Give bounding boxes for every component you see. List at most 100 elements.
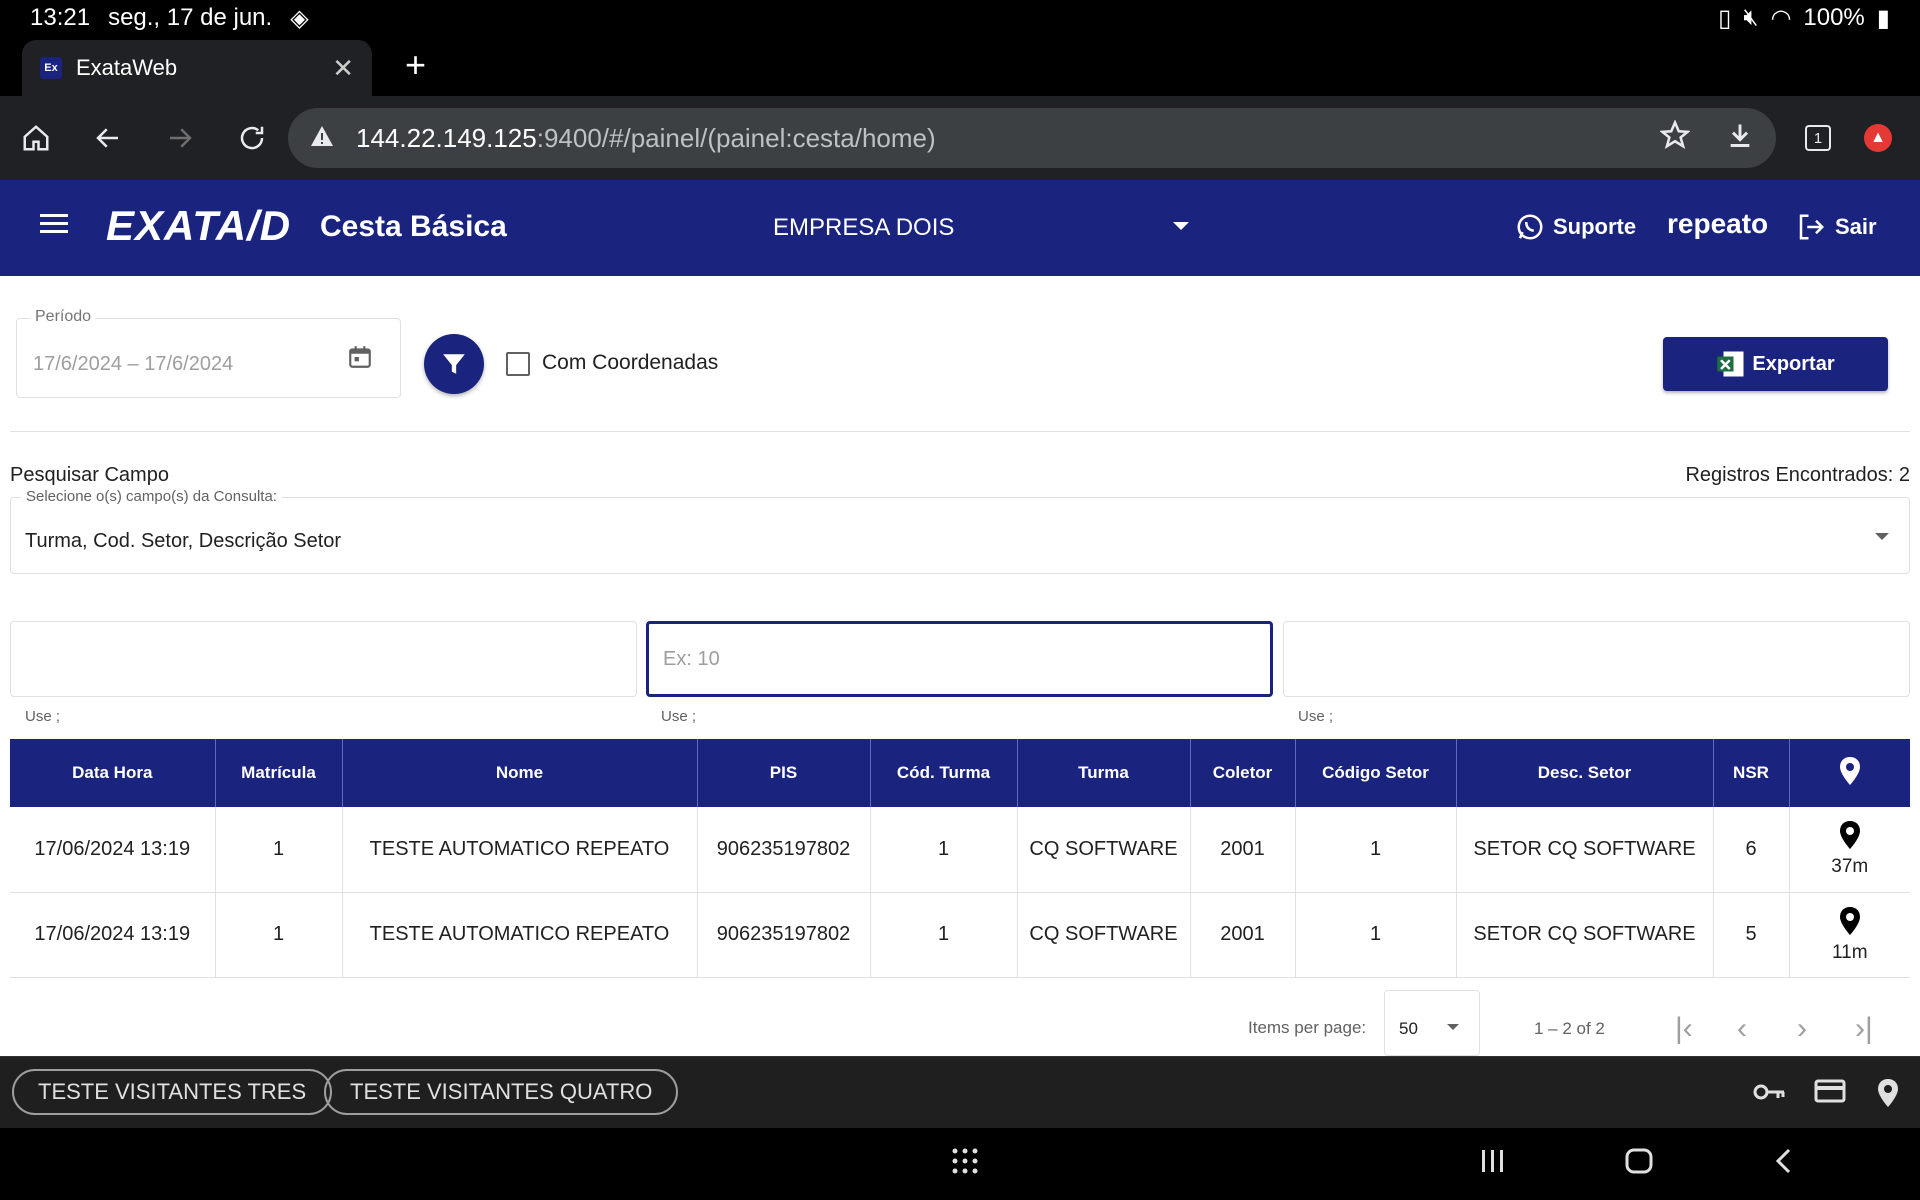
- page-title: Cesta Básica: [320, 210, 507, 243]
- page-size-select[interactable]: 50: [1384, 990, 1480, 1056]
- fields-dropdown-icon[interactable]: [1875, 533, 1889, 540]
- cell-turma: CQ SOFTWARE: [1017, 892, 1191, 978]
- col-header[interactable]: Data Hora: [10, 739, 216, 807]
- support-button[interactable]: Suporte: [1515, 212, 1636, 242]
- cell-coletor: 2001: [1190, 807, 1296, 893]
- close-tab-icon[interactable]: ✕: [332, 53, 354, 84]
- records-count: Registros Encontrados: 2: [1685, 464, 1910, 486]
- search-input-placeholder: Ex: 10: [663, 647, 720, 670]
- search-input-turma[interactable]: [10, 621, 637, 697]
- company-dropdown-icon[interactable]: [1173, 222, 1189, 230]
- home-icon[interactable]: [0, 108, 72, 168]
- cell-cod-turma: 1: [870, 892, 1018, 978]
- browser-tab[interactable]: Ex ExataWeb ✕: [22, 40, 372, 96]
- fields-select[interactable]: Selecione o(s) campo(s) da Consulta: Tur…: [10, 488, 1910, 574]
- items-per-page-label: Items per page:: [1248, 1018, 1367, 1037]
- filter-button[interactable]: [424, 334, 484, 394]
- input-hint: Use ;: [1298, 708, 1334, 725]
- profile-icon[interactable]: ▲: [1842, 108, 1914, 168]
- user-name: repeato: [1667, 208, 1769, 239]
- next-page-icon[interactable]: ›: [1797, 1012, 1807, 1046]
- search-input-cod-setor[interactable]: Ex: 10: [646, 621, 1273, 697]
- cell-location[interactable]: 11m: [1789, 892, 1910, 978]
- reload-icon[interactable]: [216, 108, 288, 168]
- export-button[interactable]: Exportar: [1663, 337, 1888, 391]
- col-header[interactable]: Matrícula: [215, 739, 343, 807]
- logout-button[interactable]: Sair: [1795, 212, 1877, 242]
- favicon-icon: Ex: [40, 57, 62, 79]
- menu-icon[interactable]: [40, 212, 68, 241]
- logo: EXATA/D: [106, 202, 292, 249]
- bookmark-star-icon[interactable]: [1659, 118, 1691, 157]
- export-label: Exportar: [1752, 352, 1835, 375]
- col-header[interactable]: PIS: [697, 739, 871, 807]
- back-icon[interactable]: [72, 108, 144, 168]
- location-pin-icon[interactable]: [1838, 906, 1862, 936]
- forward-icon[interactable]: [144, 108, 216, 168]
- key-icon[interactable]: [1752, 1077, 1786, 1112]
- visitor-chip[interactable]: TESTE VISITANTES QUATRO: [324, 1069, 679, 1115]
- col-header[interactable]: Nome: [342, 739, 698, 807]
- search-input-desc-setor[interactable]: [1283, 621, 1910, 697]
- coords-checkbox[interactable]: [506, 352, 530, 376]
- period-label: Período: [31, 308, 96, 326]
- home-nav-icon[interactable]: [1624, 1146, 1654, 1181]
- col-header[interactable]: NSR: [1713, 739, 1790, 807]
- col-header[interactable]: Coletor: [1190, 739, 1296, 807]
- col-header[interactable]: Cód. Turma: [870, 739, 1018, 807]
- cell-datetime: 17/06/2024 13:19: [10, 807, 216, 893]
- cell-matricula: 1: [215, 807, 343, 893]
- cell-nsr: 6: [1713, 807, 1790, 893]
- period-value[interactable]: 17/6/2024 – 17/6/2024: [33, 353, 233, 376]
- records-table: Data Hora Matrícula Nome PIS Cód. Turma …: [10, 739, 1910, 978]
- input-hint: Use ;: [25, 708, 61, 725]
- filter-icon: [443, 354, 465, 374]
- card-icon[interactable]: [1814, 1077, 1846, 1110]
- warning-icon[interactable]: [310, 123, 334, 154]
- battery-level: 100%: [1803, 4, 1865, 31]
- visitor-chip[interactable]: TESTE VISITANTES TRES: [12, 1069, 333, 1115]
- logout-label: Sair: [1835, 214, 1877, 239]
- download-icon[interactable]: [1726, 120, 1754, 157]
- company-select[interactable]: EMPRESA DOIS: [773, 214, 954, 242]
- address-bar[interactable]: 144.22.149.125:9400/#/painel/(painel:ces…: [288, 108, 1776, 168]
- col-header[interactable]: Desc. Setor: [1456, 739, 1714, 807]
- recents-icon[interactable]: [1480, 1146, 1506, 1181]
- first-page-icon[interactable]: |‹: [1675, 1012, 1693, 1046]
- cell-pis: 906235197802: [697, 892, 871, 978]
- location-distance: 11m: [1831, 941, 1868, 963]
- table-row[interactable]: 17/06/2024 13:19 1 TESTE AUTOMATICO REPE…: [10, 807, 1910, 893]
- url-path: :9400/#/painel/(painel:cesta/home): [536, 122, 936, 153]
- cell-location[interactable]: 37m: [1789, 807, 1910, 893]
- back-nav-icon[interactable]: [1772, 1146, 1796, 1181]
- app-drawer-icon[interactable]: [950, 1146, 980, 1181]
- table-row[interactable]: 17/06/2024 13:19 1 TESTE AUTOMATICO REPE…: [10, 892, 1910, 978]
- cell-codigo-setor: 1: [1295, 807, 1457, 893]
- location-distance: 37m: [1831, 856, 1869, 878]
- page-size-dropdown-icon: [1447, 1024, 1459, 1030]
- tab-strip: Ex ExataWeb ✕ +: [0, 36, 1920, 96]
- last-page-icon[interactable]: ›|: [1855, 1012, 1873, 1046]
- calendar-icon[interactable]: [347, 343, 373, 376]
- col-header[interactable]: Turma: [1017, 739, 1191, 807]
- wifi-icon: ◠: [1770, 4, 1792, 32]
- new-tab-icon[interactable]: +: [405, 44, 426, 86]
- cell-nsr: 5: [1713, 892, 1790, 978]
- col-header[interactable]: Código Setor: [1295, 739, 1457, 807]
- bottom-bar: TESTE VISITANTES TRES TESTE VISITANTES Q…: [0, 1056, 1920, 1128]
- cell-nome: TESTE AUTOMATICO REPEATO: [342, 892, 698, 978]
- diamond-icon: ◈: [290, 4, 309, 32]
- system-nav-bar: [0, 1128, 1920, 1200]
- tab-title: ExataWeb: [76, 55, 178, 80]
- cell-nome: TESTE AUTOMATICO REPEATO: [342, 807, 698, 893]
- logout-icon: [1799, 214, 1825, 240]
- url-host: 144.22.149.125: [356, 122, 537, 153]
- period-field[interactable]: Período 17/6/2024 – 17/6/2024: [16, 308, 401, 398]
- location-icon[interactable]: [1876, 1077, 1900, 1114]
- cell-matricula: 1: [215, 892, 343, 978]
- cell-coletor: 2001: [1190, 892, 1296, 978]
- system-status-bar: 13:21 seg., 17 de jun. ◈ ▯ 🔇︎ ◠ 100% ▮: [0, 0, 1920, 36]
- location-pin-icon[interactable]: [1838, 820, 1862, 850]
- coords-label[interactable]: Com Coordenadas: [542, 351, 718, 375]
- previous-page-icon[interactable]: ‹: [1737, 1012, 1747, 1046]
